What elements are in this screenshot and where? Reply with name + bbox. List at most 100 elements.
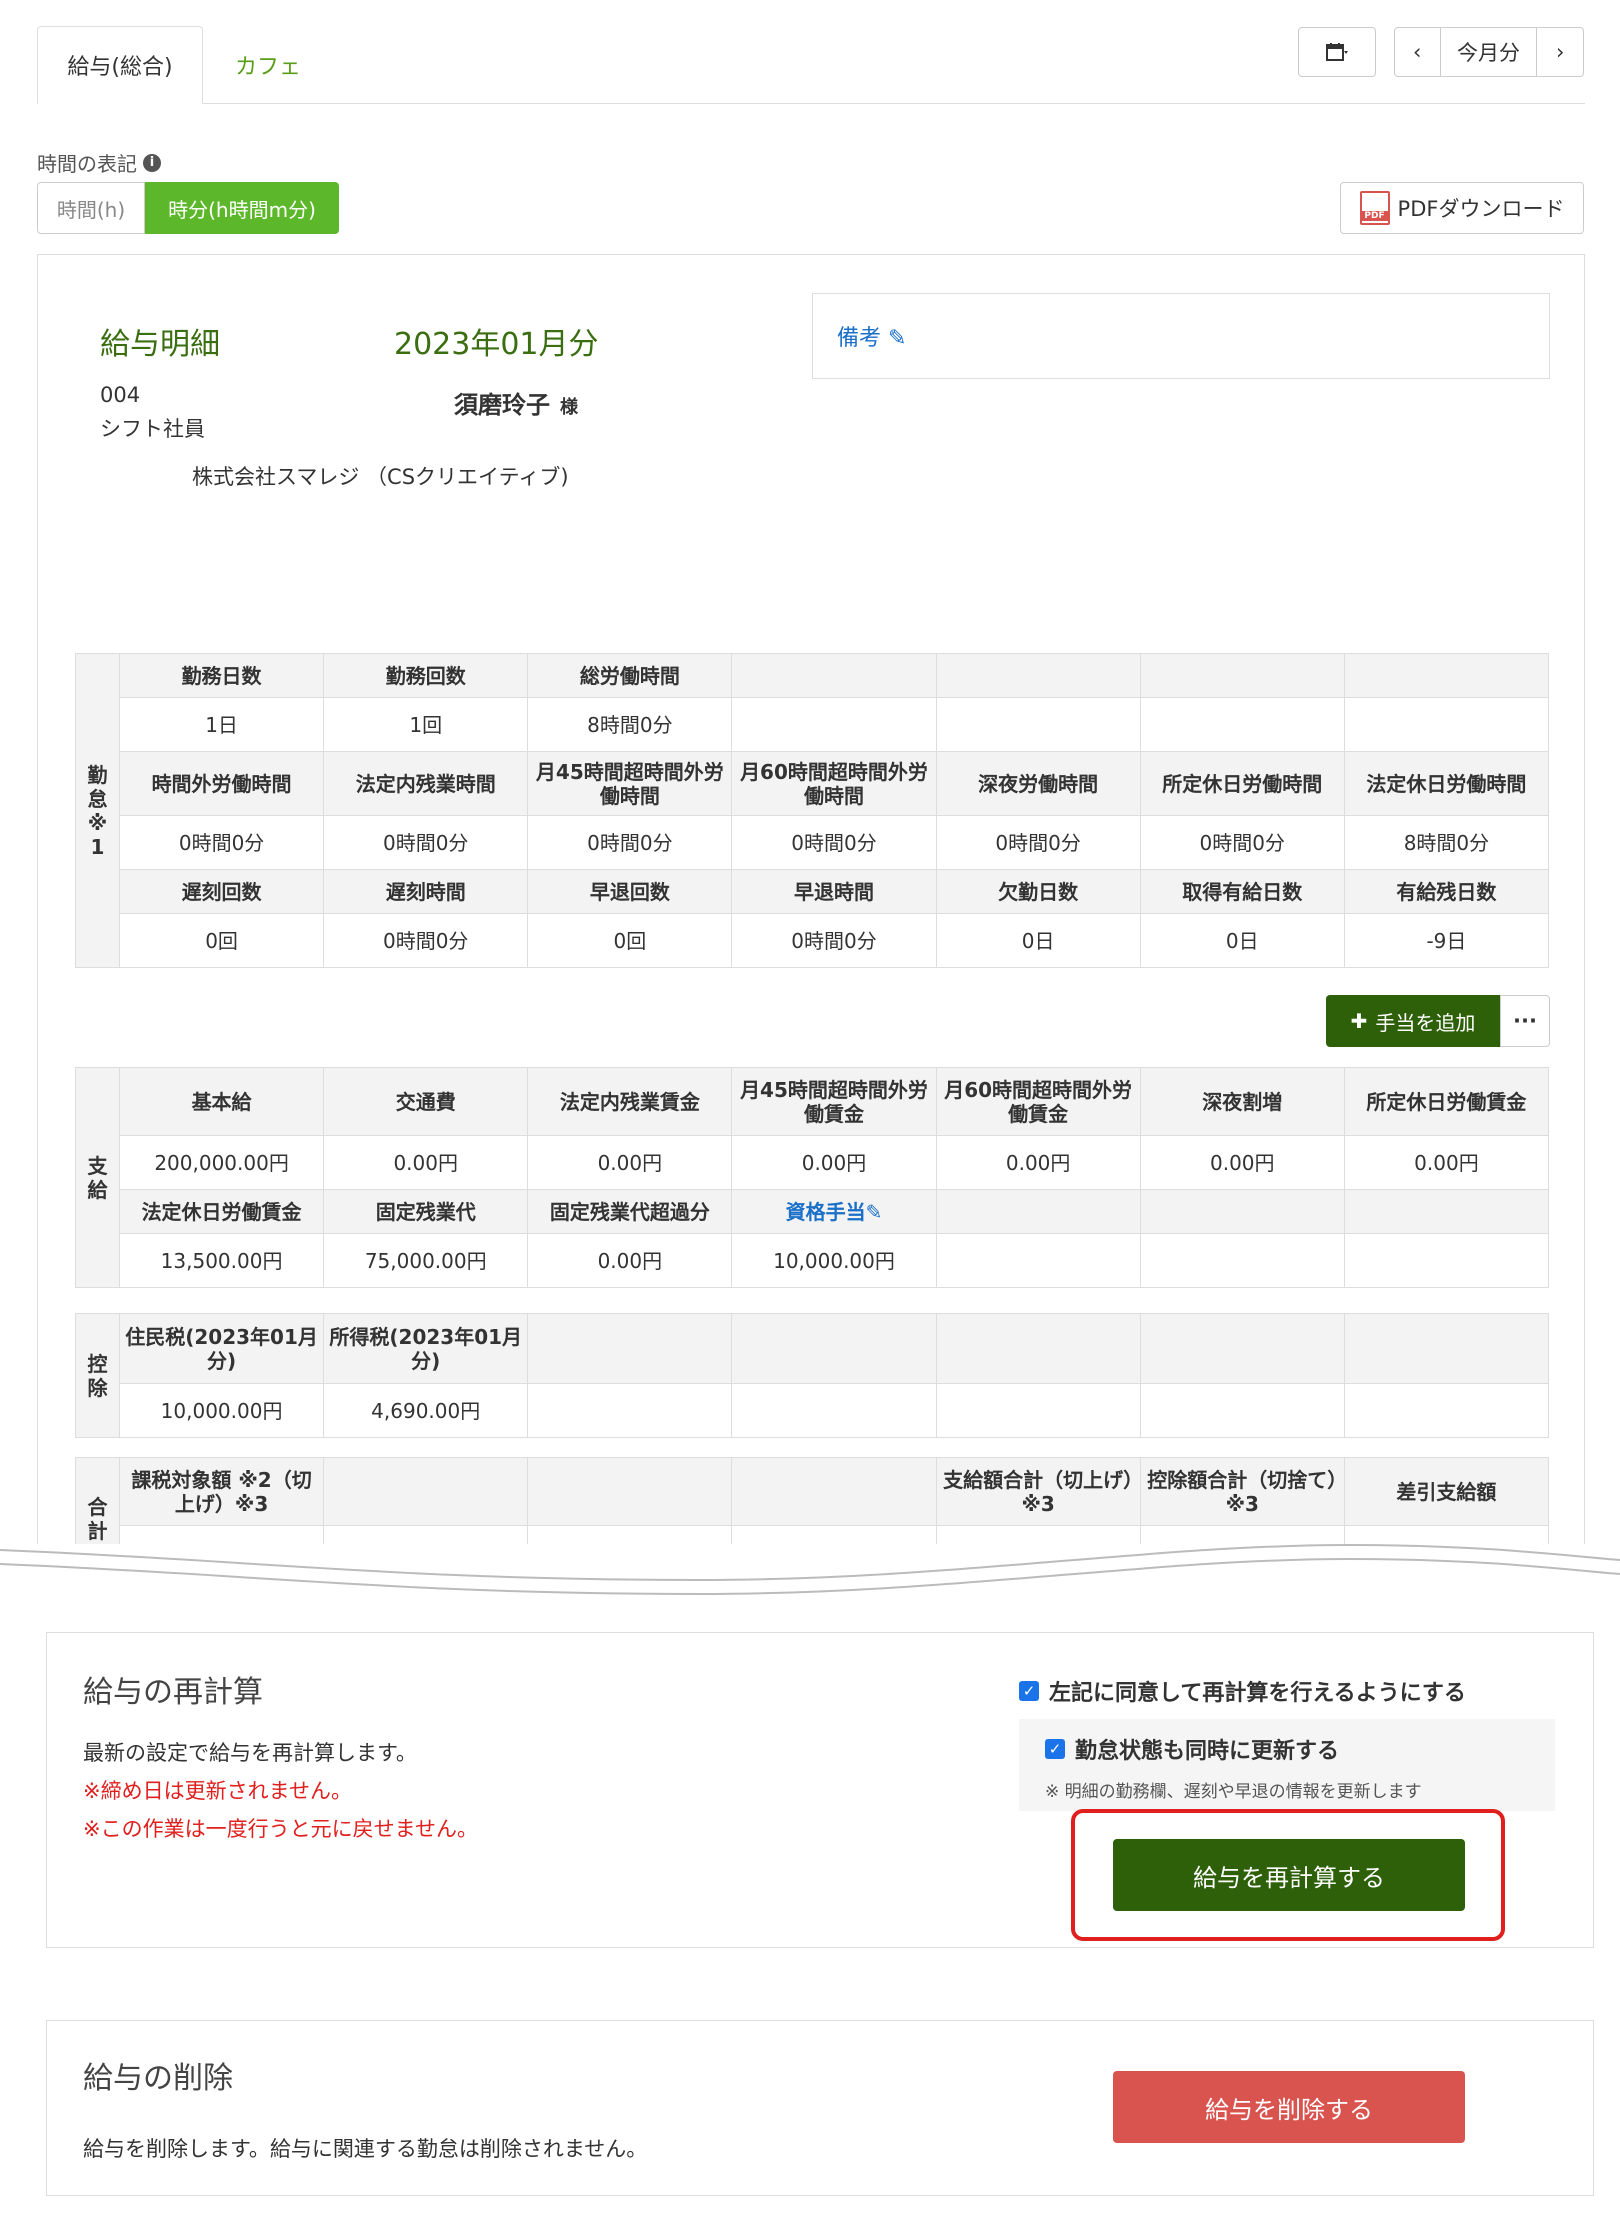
delete-title: 給与の削除	[83, 2061, 233, 2096]
calendar-icon	[1326, 43, 1348, 61]
header-row: 支給基本給 交通費 法定内残業賃金 月45時間超時間外労働賃金 月60時間超時間外労働賃…	[75, 1067, 1550, 1288]
cell-value	[1343, 697, 1550, 752]
section-label: 勤怠 ※ 1	[75, 653, 120, 968]
recalc-title: 給与の再計算	[83, 1675, 263, 1710]
value-row: 13,500.00円 75,000.00円 0.00円 10,000.00円	[76, 1233, 1550, 1288]
column-header: 法定内残業賃金	[527, 1067, 733, 1136]
column-header: 法定休日労働賃金	[118, 1189, 325, 1234]
cell-value	[935, 1383, 1141, 1438]
delete-button[interactable]: 給与を削除する	[1113, 2071, 1465, 2143]
header-row: 合計課税対象額 ※2（切上げ）※3 支給額合計（切上げ）※3 控除額合計（切捨て）※…	[75, 1457, 1550, 1544]
time-display-text: 時間の表記	[37, 152, 137, 176]
info-icon[interactable]: i	[143, 153, 161, 172]
memo-edit-link[interactable]: 備考 ✎	[837, 320, 906, 352]
column-header	[935, 1189, 1141, 1234]
column-header	[323, 1457, 529, 1526]
employee-type: シフト社員	[100, 417, 205, 441]
pdf-icon: PDF	[1359, 191, 1390, 225]
cell-value: 0時間0分	[118, 815, 325, 870]
column-header: 早退時間	[731, 869, 937, 914]
delete-desc: 給与を削除します。給与に関連する勤怠は削除されません。	[83, 2137, 648, 2161]
option-hours[interactable]: 時間(h)	[37, 182, 145, 234]
column-header	[935, 653, 1141, 698]
value-row: 200,000.00円 0.00円 0.00円 0.00円 0.00円 0.00円 0.00…	[76, 1135, 1550, 1190]
cell-value: 0.00円	[1139, 1135, 1345, 1190]
column-header: 月45時間超時間外労働賃金	[731, 1067, 937, 1136]
column-header: 有給残日数	[1343, 869, 1550, 914]
plus-icon: ✚	[1350, 1009, 1368, 1033]
tab-salary-total[interactable]: 給与(総合)	[37, 26, 203, 104]
column-header: 月45時間超時間外労働時間	[527, 751, 733, 816]
cell-value: 1回	[323, 697, 529, 752]
cell-value	[935, 697, 1141, 752]
current-month-button[interactable]: 今月分	[1441, 28, 1538, 76]
recalculate-button[interactable]: 給与を再計算する	[1113, 1839, 1465, 1911]
column-header: 交通費	[323, 1067, 529, 1136]
column-header	[1343, 1189, 1550, 1234]
cell-value: 0時間0分	[1139, 815, 1345, 870]
cell-value: 8時間0分	[527, 697, 733, 752]
column-header	[731, 1457, 937, 1526]
column-header: 欠勤日数	[935, 869, 1141, 914]
attendance-table: 勤怠 ※ 1 勤務日数 勤務回数 総労働時間 1日 1回 8時間0分 時間外労働時間 法定内残業時間…	[75, 653, 1550, 968]
cell-value: 1日	[118, 697, 325, 752]
update-attendance-box: ✓ 勤怠状態も同時に更新する ※ 明細の勤務欄、遅刻や早退の情報を更新します	[1019, 1719, 1555, 1811]
cell-value: 10,000.00円	[118, 1383, 325, 1438]
cell-value: 0時間0分	[323, 815, 529, 870]
column-header: 基本給	[118, 1067, 325, 1136]
more-options-button[interactable]: ···	[1500, 995, 1550, 1047]
column-header[interactable]: 資格手当✎	[731, 1189, 937, 1234]
cell-value: 0時間0分	[731, 913, 937, 968]
column-header	[935, 1313, 1141, 1384]
pdf-download-button[interactable]: PDF PDFダウンロード	[1340, 182, 1584, 234]
cell-value: 200,000.00円	[118, 1135, 325, 1190]
column-header: 固定残業代	[323, 1189, 529, 1234]
column-header	[527, 1457, 733, 1526]
column-header: 深夜労働時間	[935, 751, 1141, 816]
cell-value: 0回	[527, 913, 733, 968]
slip-month: 2023年01月分	[394, 327, 599, 362]
column-header: 所定休日労働賃金	[1343, 1067, 1550, 1136]
option-hours-minutes[interactable]: 時分(h時間m分)	[145, 182, 339, 234]
update-attendance-checkbox-row[interactable]: ✓ 勤怠状態も同時に更新する	[1045, 1733, 1339, 1765]
cell-value: 0回	[118, 913, 325, 968]
cell-value	[731, 1383, 937, 1438]
add-allowance-button[interactable]: ✚ 手当を追加	[1326, 995, 1500, 1047]
cell-value	[1139, 1233, 1345, 1288]
column-header: 勤務日数	[118, 653, 325, 698]
calendar-dropdown-button[interactable]	[1298, 27, 1376, 77]
checkbox-checked-icon[interactable]: ✓	[1045, 1739, 1065, 1759]
memo-box: 備考 ✎	[812, 293, 1550, 379]
cell-value: 0.00円	[731, 1135, 937, 1190]
column-header: 所定休日労働時間	[1139, 751, 1345, 816]
column-header: 控除額合計（切捨て）※3	[1139, 1457, 1345, 1526]
next-month-button[interactable]: ›	[1537, 28, 1583, 76]
column-header	[731, 1313, 937, 1384]
update-attendance-note: ※ 明細の勤務欄、遅刻や早退の情報を更新します	[1045, 1782, 1422, 1802]
column-header	[1139, 1313, 1345, 1384]
cell-value: 0.00円	[1343, 1135, 1550, 1190]
recalculate-card: 給与の再計算 最新の設定で給与を再計算します。 ※締め日は更新されません。 ※こ…	[46, 1632, 1594, 1948]
payslip-panel: 給与明細 2023年01月分 004 シフト社員 須磨玲子様 株式会社スマレジ …	[37, 254, 1585, 1544]
cell-value: 0時間0分	[935, 815, 1141, 870]
cell-value: 0日	[1139, 913, 1345, 968]
prev-month-button[interactable]: ‹	[1395, 28, 1441, 76]
section-label: 控除	[75, 1313, 120, 1438]
cell-value: 10,000.00円	[731, 1233, 937, 1288]
deductions-table: 控除住民税(2023年01月分) 所得税(2023年01月分) 10,000.00円…	[75, 1313, 1550, 1438]
cell-value: 0時間0分	[731, 815, 937, 870]
column-header	[527, 1313, 733, 1384]
column-header: 月60時間超時間外労働賃金	[935, 1067, 1141, 1136]
cell-value: 0.00円	[935, 1135, 1141, 1190]
column-header: 早退回数	[527, 869, 733, 914]
checkbox-checked-icon[interactable]: ✓	[1019, 1681, 1039, 1701]
column-header	[1343, 1313, 1550, 1384]
tab-cafe[interactable]: カフェ	[203, 26, 333, 104]
column-header: 深夜割増	[1139, 1067, 1345, 1136]
agree-checkbox-row[interactable]: ✓ 左記に同意して再計算を行えるようにする	[1019, 1675, 1466, 1707]
recalc-warning-2: ※この作業は一度行うと元に戻せません。	[83, 1817, 478, 1841]
header-row: 控除住民税(2023年01月分) 所得税(2023年01月分)	[75, 1313, 1550, 1438]
cell-value	[1139, 1383, 1345, 1438]
column-header: 課税対象額 ※2（切上げ）※3	[118, 1457, 325, 1526]
value-row: 0時間0分 0時間0分 0時間0分 0時間0分 0時間0分 0時間0分 8時間0分	[76, 815, 1550, 870]
